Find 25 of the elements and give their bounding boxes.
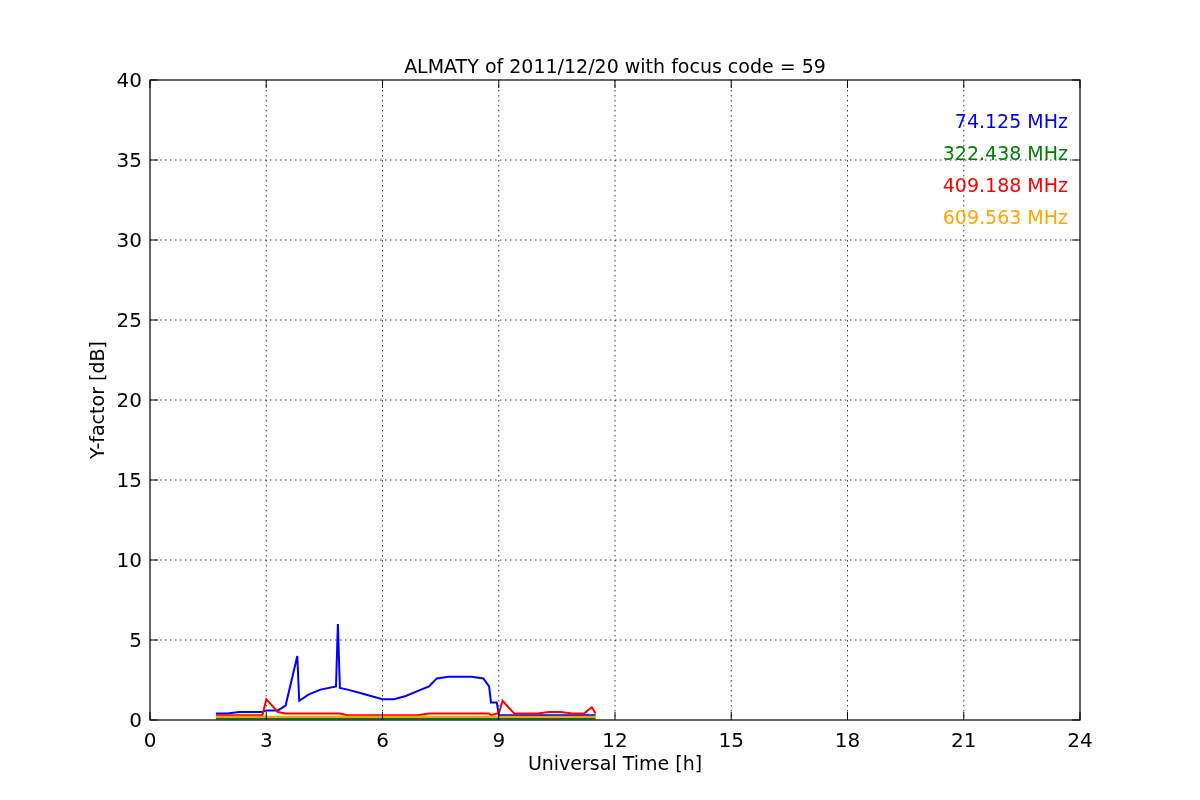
x-tick-label: 3 — [259, 728, 273, 752]
y-tick-label: 0 — [129, 708, 142, 732]
x-tick-label: 24 — [1067, 728, 1093, 752]
x-tick-label: 18 — [834, 728, 861, 752]
x-tick-label: 12 — [602, 728, 628, 752]
y-tick-label: 35 — [116, 148, 142, 172]
x-tick-label: 6 — [376, 728, 389, 752]
y-tick-label: 20 — [116, 388, 142, 412]
series-label: 409.188 MHz — [942, 174, 1068, 196]
chart-title: ALMATY of 2011/12/20 with focus code = 59 — [404, 55, 826, 77]
y-tick-label: 10 — [116, 548, 142, 572]
series-label: 609.563 MHz — [942, 206, 1068, 228]
y-tick-label: 30 — [116, 228, 142, 252]
x-tick-label: 9 — [492, 728, 506, 752]
x-tick-label: 0 — [143, 728, 157, 752]
y-tick-label: 25 — [116, 308, 142, 332]
x-axis-label: Universal Time [h] — [527, 752, 703, 774]
y-tick-label: 15 — [116, 468, 142, 492]
x-tick-label: 21 — [951, 728, 977, 752]
x-tick-label: 15 — [718, 728, 744, 752]
y-tick-label: 5 — [129, 628, 142, 652]
series-label: 322.438 MHz — [942, 142, 1068, 164]
y-axis-label: Y-factor [dB] — [86, 341, 108, 459]
y-tick-label: 40 — [116, 68, 142, 92]
series-label: 74.125 MHz — [954, 110, 1068, 132]
